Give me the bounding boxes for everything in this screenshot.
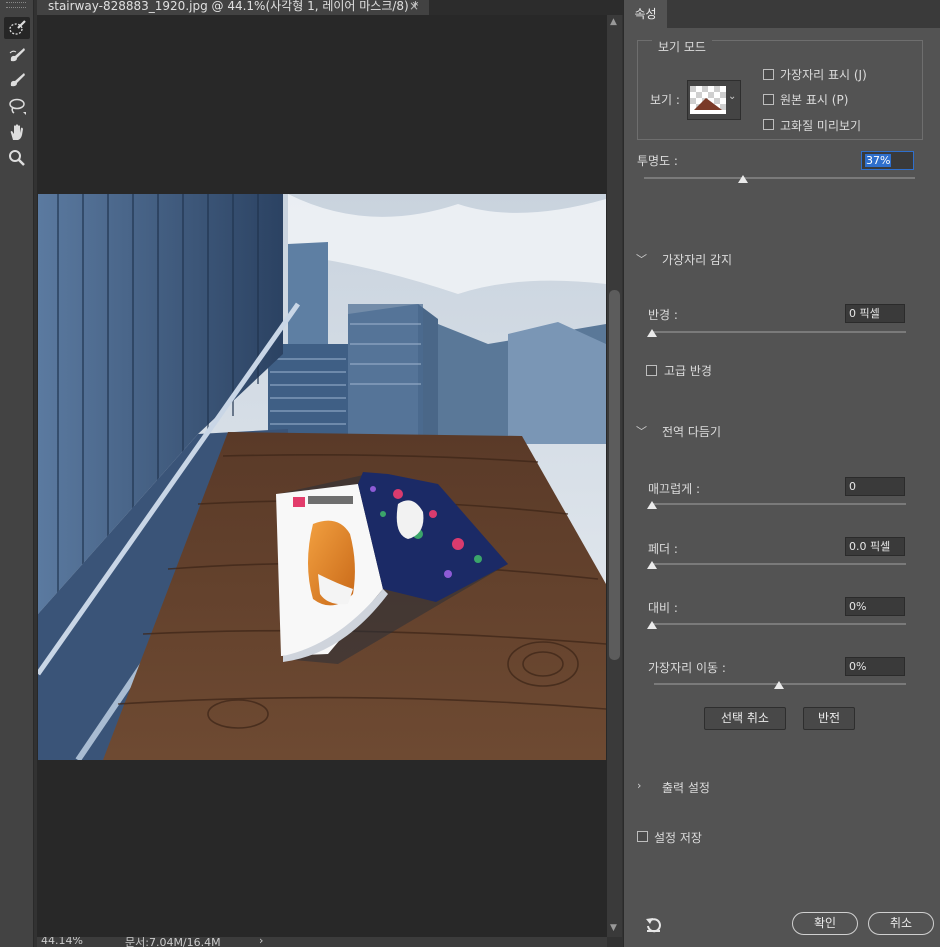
output-settings-chevron-icon[interactable]: › xyxy=(637,779,641,792)
tab-bar xyxy=(429,0,623,15)
properties-panel: 속성 보기 모드 보기 : ⌄ 가장자리 표시 (J) 원본 표시 (P) 고화… xyxy=(623,0,940,947)
refine-edge-brush-icon[interactable] xyxy=(4,44,30,66)
chevron-down-icon: ⌄ xyxy=(728,91,737,102)
opacity-value: 37% xyxy=(865,154,892,167)
contrast-slider-handle[interactable] xyxy=(647,621,657,629)
smooth-label: 매끄럽게 : xyxy=(648,482,701,496)
opacity-slider-track[interactable] xyxy=(644,177,915,179)
show-original-checkbox[interactable] xyxy=(763,94,774,105)
radius-input[interactable]: 0 픽셀 xyxy=(845,304,905,323)
clear-selection-button[interactable]: 선택 취소 xyxy=(704,707,786,730)
feather-slider-track[interactable] xyxy=(651,563,906,565)
edge-detection-header[interactable]: 가장자리 감지 xyxy=(662,251,732,268)
opacity-label: 투명도 : xyxy=(637,154,678,168)
high-quality-preview-checkbox[interactable] xyxy=(763,119,774,130)
status-menu-arrow[interactable]: › xyxy=(259,937,263,947)
radius-label: 반경 : xyxy=(648,308,678,322)
panel-tab-bar xyxy=(624,0,940,28)
contrast-label: 대비 : xyxy=(648,601,678,615)
edge-detection-chevron-icon[interactable]: ﹀ xyxy=(636,251,647,267)
quick-selection-icon[interactable] xyxy=(4,17,30,39)
document-tab-title: stairway-828883_1920.jpg @ 44.1%(사각형 1, … xyxy=(48,0,419,13)
shift-edge-slider-handle[interactable] xyxy=(774,681,784,689)
lasso-icon[interactable] xyxy=(4,96,30,118)
cancel-button[interactable]: 취소 xyxy=(868,912,934,935)
view-mode-dropdown[interactable]: ⌄ xyxy=(687,80,741,120)
feather-slider-handle[interactable] xyxy=(647,561,657,569)
scroll-down-icon[interactable]: ▼ xyxy=(610,923,617,933)
feather-label: 페더 : xyxy=(648,542,678,556)
radius-slider-handle[interactable] xyxy=(647,329,657,337)
brush-icon[interactable] xyxy=(4,69,30,91)
zoom-icon[interactable] xyxy=(4,147,30,169)
canvas-vertical-scrollbar[interactable]: ▲ ▼ xyxy=(607,15,622,937)
radius-slider-track[interactable] xyxy=(651,331,906,333)
view-mode-legend: 보기 모드 xyxy=(652,38,712,55)
remember-settings-checkbox[interactable] xyxy=(637,831,648,842)
document-tab[interactable]: stairway-828883_1920.jpg @ 44.1%(사각형 1, … xyxy=(37,0,429,15)
image-canvas[interactable] xyxy=(38,194,606,760)
global-refine-chevron-icon[interactable]: ﹀ xyxy=(636,423,647,439)
status-bar: 44.14% 문서:7.04M/16.4M › xyxy=(37,937,607,947)
shift-edge-input[interactable]: 0% xyxy=(845,657,905,676)
invert-button[interactable]: 반전 xyxy=(803,707,855,730)
feather-input[interactable]: 0.0 픽셀 xyxy=(845,537,905,556)
shift-edge-label: 가장자리 이동 : xyxy=(648,661,726,675)
scroll-thumb[interactable] xyxy=(609,290,620,660)
show-edge-label: 가장자리 표시 (J) xyxy=(780,68,867,82)
contrast-slider-track[interactable] xyxy=(651,623,906,625)
show-original-label: 원본 표시 (P) xyxy=(780,93,849,107)
show-edge-checkbox[interactable] xyxy=(763,69,774,80)
smooth-slider-handle[interactable] xyxy=(647,501,657,509)
toolbar-grip[interactable] xyxy=(6,2,26,8)
tools-toolbar xyxy=(0,0,34,947)
global-refine-header[interactable]: 전역 다듬기 xyxy=(662,423,721,440)
view-thumbnail-icon xyxy=(690,86,726,114)
output-settings-header[interactable]: 출력 설정 xyxy=(662,779,710,796)
hand-icon[interactable] xyxy=(4,121,30,143)
reset-icon[interactable] xyxy=(644,916,664,937)
contrast-input[interactable]: 0% xyxy=(845,597,905,616)
smart-radius-label: 고급 반경 xyxy=(664,364,712,378)
status-doc-size: 문서:7.04M/16.4M xyxy=(125,937,221,947)
opacity-input[interactable]: 37% xyxy=(861,151,914,170)
remember-settings-label: 설정 저장 xyxy=(654,831,702,845)
scroll-up-icon[interactable]: ▲ xyxy=(610,17,617,27)
smooth-input[interactable]: 0 xyxy=(845,477,905,496)
status-zoom[interactable]: 44.14% xyxy=(41,937,83,947)
smart-radius-checkbox[interactable] xyxy=(646,365,657,376)
close-document-icon[interactable]: × xyxy=(409,0,419,13)
view-label: 보기 : xyxy=(650,93,680,107)
tab-properties[interactable]: 속성 xyxy=(624,0,667,28)
opacity-slider-handle[interactable] xyxy=(738,175,748,183)
ok-button[interactable]: 확인 xyxy=(792,912,858,935)
smooth-slider-track[interactable] xyxy=(651,503,906,505)
high-quality-preview-label: 고화질 미리보기 xyxy=(780,119,862,133)
